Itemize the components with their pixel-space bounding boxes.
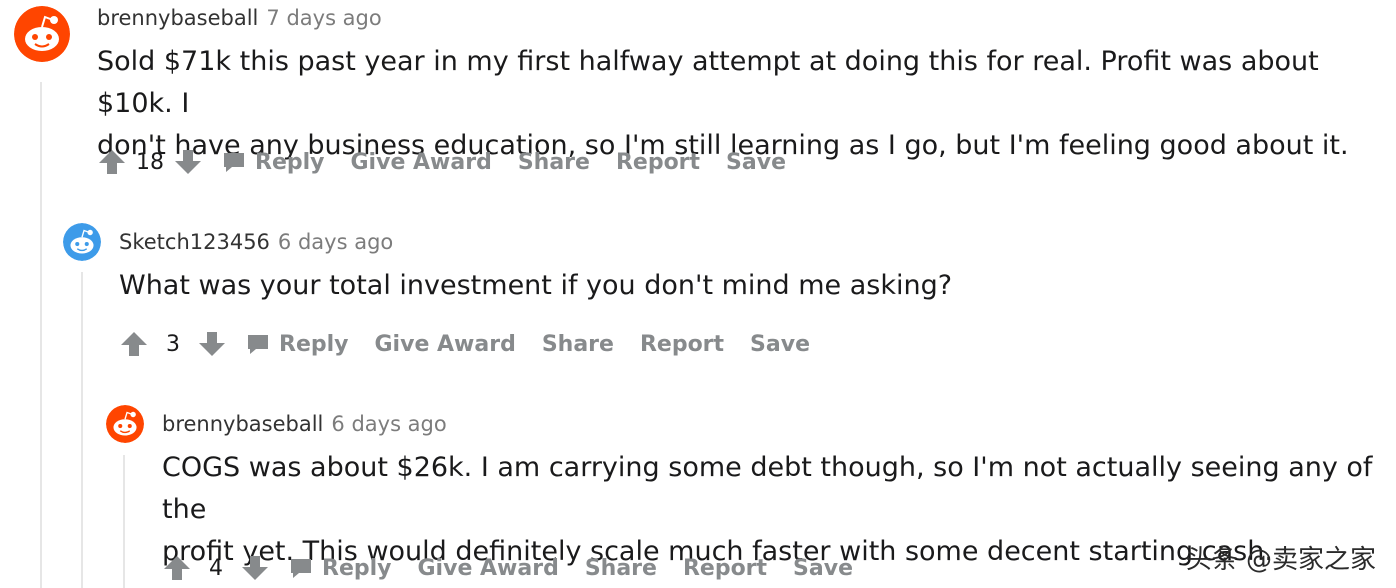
downvote-arrow-icon[interactable] [240,553,270,583]
share-button[interactable]: Share [585,556,657,581]
report-button[interactable]: Report [683,556,767,581]
comment: brennybaseball 6 days ago COGS was about … [0,0,1396,588]
comment-thread: brennybaseball 7 days ago Sold $71k this … [0,0,1396,588]
comment-author[interactable]: brennybaseball [162,412,323,436]
comment-meta: brennybaseball 6 days ago [162,411,447,437]
upvote-arrow-icon[interactable] [162,553,192,583]
reply-label: Reply [322,555,392,581]
give-award-button[interactable]: Give Award [418,556,559,581]
comment-timestamp[interactable]: 6 days ago [331,412,446,436]
snoo-avatar-icon[interactable] [106,405,144,443]
comment-actions: 4 Reply Give Award Share Report Save [162,548,879,588]
vote-score: 4 [209,555,223,581]
save-button[interactable]: Save [793,556,853,581]
reply-button[interactable]: Reply [288,555,392,581]
watermark-text: 头条 @卖家之家 [1185,545,1376,575]
speech-bubble-icon [291,559,311,578]
